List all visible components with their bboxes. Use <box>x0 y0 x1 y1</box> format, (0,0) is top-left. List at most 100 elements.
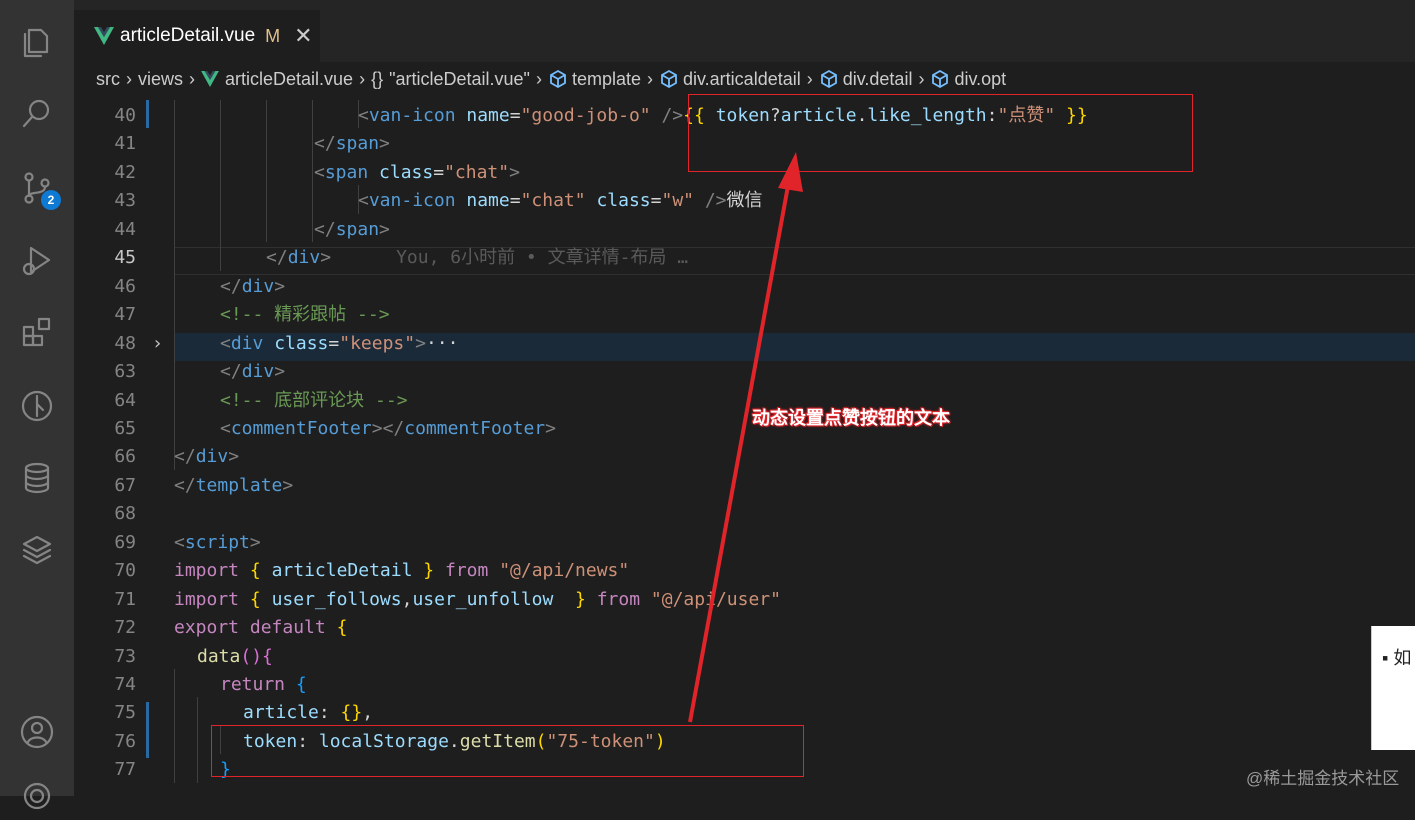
code-line[interactable]: 44 </span> <box>74 216 1415 244</box>
run-debug-icon[interactable] <box>13 236 61 284</box>
code-line[interactable]: 64 <!-- 底部评论块 --> <box>74 387 1415 415</box>
code-line[interactable]: 70 import { articleDetail } from "@/api/n… <box>74 557 1415 585</box>
files-icon[interactable] <box>13 18 61 66</box>
code-token: data <box>197 645 241 667</box>
line-number: 46 <box>114 275 136 297</box>
code-line[interactable]: 73 data(){ <box>74 643 1415 671</box>
extensions-icon[interactable] <box>13 308 61 356</box>
code-editor[interactable]: › 40 <van-icon name="good-job-o" />{{ tok… <box>74 96 1415 796</box>
code-token: user_follows <box>271 588 402 610</box>
tab-article-detail[interactable]: articleDetail.vue M ✕ <box>74 10 320 62</box>
chevron-right-icon: › <box>359 68 366 89</box>
code-text: </template> <box>174 472 293 500</box>
code-line[interactable]: 46 </div> <box>74 273 1415 301</box>
code-token: < <box>220 417 231 439</box>
code-line[interactable]: 74 return { <box>74 671 1415 699</box>
code-text: export default { <box>174 614 347 642</box>
cube-icon <box>820 69 837 89</box>
code-line[interactable]: 45 </div> You, 6小时前 • 文章详情-布局 … <box>74 244 1415 272</box>
breadcrumb-div-opt[interactable]: div.opt <box>954 69 1006 90</box>
code-token: articleDetail <box>271 560 413 582</box>
code-line[interactable]: 47 <!-- 精彩跟帖 --> <box>74 301 1415 329</box>
code-token: class <box>585 190 651 212</box>
code-token: van-icon <box>368 105 456 126</box>
git-graph-icon[interactable] <box>13 382 61 430</box>
code-token: span <box>324 161 369 183</box>
code-line[interactable]: 48 <div class="keeps">··· <box>74 330 1415 358</box>
breadcrumb-file[interactable]: articleDetail.vue <box>225 69 353 90</box>
code-token: "@/api/user" <box>650 588 781 610</box>
code-token: "@/api/news" <box>499 560 630 582</box>
code-token: 微信 <box>726 190 763 212</box>
line-number: 73 <box>114 645 136 667</box>
database-icon[interactable] <box>13 454 61 502</box>
breadcrumb-template[interactable]: template <box>572 69 641 90</box>
code-token: > <box>228 446 240 468</box>
breadcrumb-object[interactable]: "articleDetail.vue" <box>389 69 530 90</box>
annotation-label: 动态设置点赞按钮的文本 <box>752 408 950 428</box>
breadcrumb-src[interactable]: src <box>96 69 120 90</box>
code-token: > <box>379 218 390 240</box>
code-token: /> <box>704 190 727 212</box>
code-token: from <box>596 588 641 610</box>
tab-modified-indicator: M <box>265 25 281 46</box>
code-text: data(){ <box>197 643 273 671</box>
code-token: = <box>328 332 340 354</box>
code-line[interactable]: 72 export default { <box>74 614 1415 642</box>
code-line[interactable]: 75 article: {}, <box>74 699 1415 727</box>
breadcrumb-div-articaldetail[interactable]: div.articaldetail <box>683 69 801 90</box>
code-line[interactable]: 69 <script> <box>74 529 1415 557</box>
code-text: </div> <box>174 443 239 471</box>
tab-close-icon[interactable]: ✕ <box>294 23 312 49</box>
code-token: > <box>509 161 520 183</box>
code-token: "chat" <box>520 190 586 212</box>
code-line[interactable]: 66 </div> <box>74 443 1415 471</box>
chevron-right-icon: › <box>126 68 132 89</box>
code-line[interactable]: 71 import { user_follows,user_unfollow } … <box>74 586 1415 614</box>
code-token: = <box>509 105 521 126</box>
account-icon[interactable] <box>13 708 61 756</box>
code-text: </div> <box>220 273 285 301</box>
line-number: 45 <box>114 247 136 269</box>
code-line[interactable]: 43 <van-icon name="chat" class="w" />微信 <box>74 187 1415 215</box>
line-number: 42 <box>114 161 136 183</box>
code-text: </div> <box>220 358 285 386</box>
code-token: = <box>433 161 445 183</box>
code-token: user_unfollow <box>412 588 554 610</box>
code-token: { <box>336 617 348 639</box>
code-token: class <box>368 161 434 183</box>
code-text: <commentFooter></commentFooter> <box>220 415 556 443</box>
side-popup: ▪ 如 <box>1371 626 1415 750</box>
code-line[interactable]: 68 <box>74 500 1415 528</box>
code-line[interactable]: 67 </template> <box>74 472 1415 500</box>
breadcrumb-views[interactable]: views <box>138 69 183 90</box>
breadcrumb-div-detail[interactable]: div.detail <box>843 69 913 90</box>
line-number: 40 <box>114 105 136 126</box>
chevron-right-icon: › <box>806 68 813 89</box>
code-token: span <box>335 218 380 240</box>
code-token: span <box>335 133 380 155</box>
activity-bar: 2 <box>0 0 74 810</box>
search-icon[interactable] <box>13 90 61 138</box>
code-token: { <box>262 645 273 667</box>
code-token: commentFooter <box>404 417 546 439</box>
code-text: <span class="chat"> <box>314 159 520 187</box>
code-line[interactable]: 65 <commentFooter></commentFooter> <box>74 415 1415 443</box>
code-token: { <box>249 588 261 610</box>
code-text: return { <box>220 671 307 699</box>
source-control-icon[interactable]: 2 <box>13 164 61 212</box>
layers-icon[interactable] <box>13 526 61 574</box>
code-token: import <box>174 588 240 610</box>
code-token: class <box>263 332 329 354</box>
code-token: < <box>174 531 185 553</box>
code-token: ></ <box>371 417 405 439</box>
code-token: /> <box>661 105 684 126</box>
code-line[interactable]: 63 </div> <box>74 358 1415 386</box>
gear-icon[interactable] <box>13 772 61 820</box>
code-text: <script> <box>174 529 261 557</box>
